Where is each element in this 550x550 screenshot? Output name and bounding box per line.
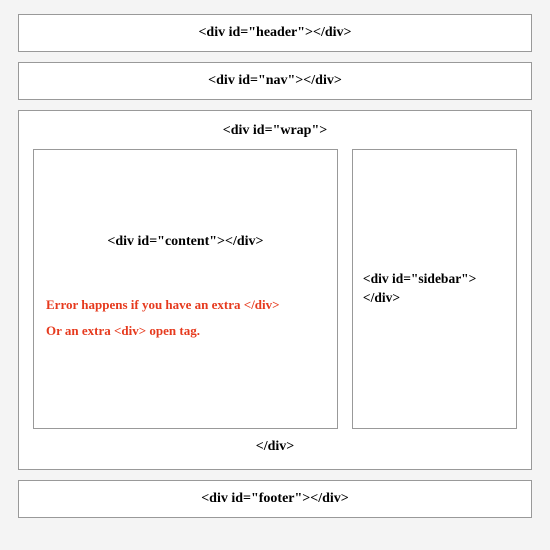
- error-text-line2: Or an extra <div> open tag.: [46, 322, 325, 340]
- sidebar-label: <div id="sidebar"> </div>: [363, 270, 476, 308]
- nav-label: <div id="nav"></div>: [208, 73, 342, 88]
- content-label: <div id="content"></div>: [46, 234, 325, 250]
- header-label: <div id="header"></div>: [198, 25, 351, 40]
- error-text-line1: Error happens if you have an extra </div…: [46, 296, 325, 314]
- wrap-close-label: </div>: [33, 429, 517, 457]
- footer-label: <div id="footer"></div>: [201, 491, 349, 506]
- sidebar-label-line1: <div id="sidebar">: [363, 271, 476, 286]
- wrap-columns: <div id="content"></div> Error happens i…: [33, 149, 517, 429]
- wrap-region: <div id="wrap"> <div id="content"></div>…: [18, 110, 532, 470]
- footer-region: <div id="footer"></div>: [18, 480, 532, 518]
- nav-region: <div id="nav"></div>: [18, 62, 532, 100]
- content-region: <div id="content"></div> Error happens i…: [33, 149, 338, 429]
- sidebar-region: <div id="sidebar"> </div>: [352, 149, 517, 429]
- wrap-open-label: <div id="wrap">: [33, 121, 517, 149]
- header-region: <div id="header"></div>: [18, 14, 532, 52]
- sidebar-label-line2: </div>: [363, 290, 400, 305]
